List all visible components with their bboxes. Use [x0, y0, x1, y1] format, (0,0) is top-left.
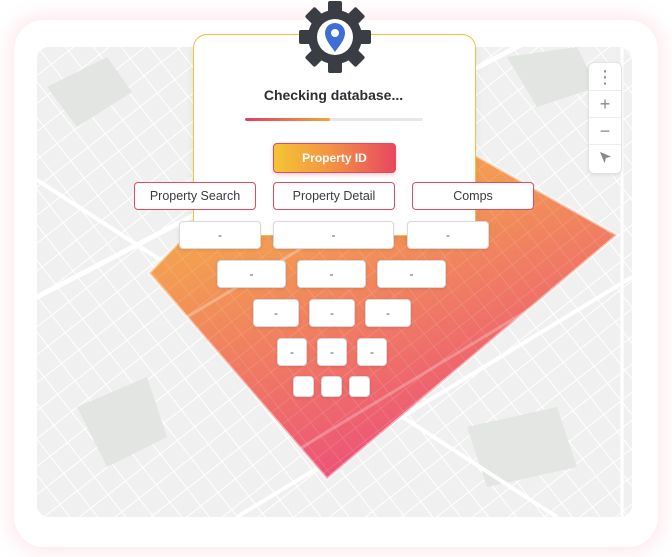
result-cell: -	[407, 221, 489, 249]
zoom-in-button[interactable]: +	[589, 90, 621, 118]
result-cell: -	[179, 221, 261, 249]
result-cell: -	[297, 260, 366, 288]
more-options-icon[interactable]: ⋮	[589, 63, 621, 91]
progress-fill	[245, 118, 331, 121]
result-cell: -	[277, 338, 307, 366]
result-cell: -	[309, 299, 355, 327]
navigation-arrow-icon	[599, 151, 611, 164]
result-cell: -	[273, 221, 394, 249]
result-cell: -	[377, 260, 446, 288]
map-controls: ⋮ + −	[588, 62, 622, 174]
status-text: Checking database...	[263, 87, 404, 103]
progress-bar	[245, 118, 423, 121]
result-cell: -	[357, 338, 387, 366]
result-cell	[349, 376, 370, 397]
locate-button[interactable]	[589, 144, 621, 171]
gear-icon	[299, 1, 371, 73]
tab-property-search[interactable]: Property Search	[134, 182, 256, 210]
tab-comps[interactable]: Comps	[412, 182, 534, 210]
property-id-button[interactable]: Property ID	[273, 143, 396, 173]
result-cell: -	[253, 299, 299, 327]
result-cell: -	[365, 299, 411, 327]
result-cell: -	[217, 260, 286, 288]
result-cell	[321, 376, 342, 397]
tab-property-detail[interactable]: Property Detail	[273, 182, 395, 210]
result-cell	[293, 376, 314, 397]
zoom-out-button[interactable]: −	[589, 117, 621, 145]
result-cell: -	[317, 338, 347, 366]
